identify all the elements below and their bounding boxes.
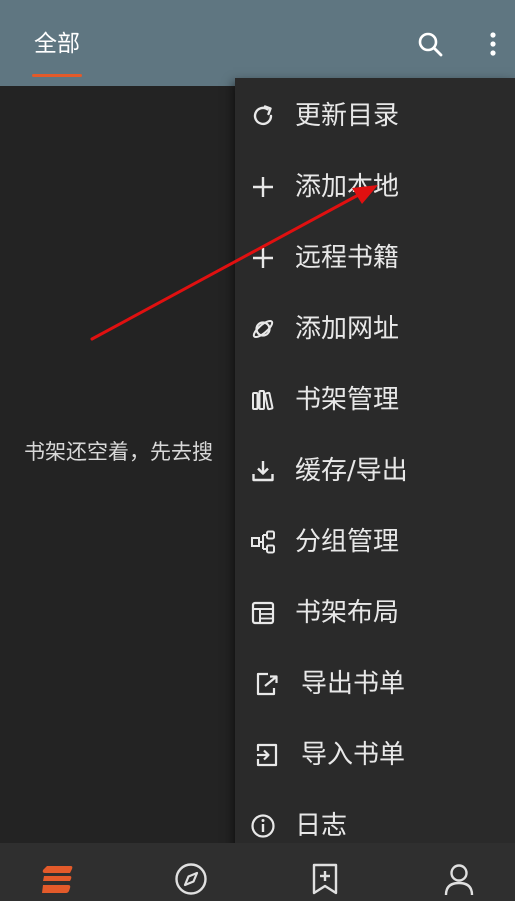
nav-discover[interactable]	[171, 859, 211, 899]
group-icon	[249, 528, 277, 556]
menu-item-label: 分组管理	[295, 527, 400, 557]
search-icon	[418, 32, 443, 57]
person-icon	[444, 864, 474, 896]
layout-icon	[249, 599, 277, 627]
menu-item-remote-books[interactable]: 远程书籍	[235, 222, 515, 293]
tab-active-indicator	[32, 74, 82, 77]
bookmark-plus-icon	[312, 863, 338, 895]
menu-item-label: 缓存/导出	[295, 456, 408, 486]
menu-item-label: 导入书单	[301, 740, 406, 770]
menu-item-label: 日志	[295, 811, 348, 841]
top-app-bar: 全部	[0, 0, 515, 86]
menu-item-label: 导出书单	[301, 669, 406, 699]
menu-item-label: 书架管理	[295, 385, 400, 415]
menu-item-update-catalog[interactable]: 更新目录	[235, 80, 515, 151]
bottom-navigation	[0, 843, 515, 901]
menu-item-add-url[interactable]: 添加网址	[235, 293, 515, 364]
import-icon	[253, 741, 281, 769]
tab-all[interactable]: 全部	[28, 28, 86, 77]
menu-item-add-local[interactable]: 添加本地	[235, 151, 515, 222]
plus-icon	[249, 173, 277, 201]
menu-item-label: 书架布局	[295, 598, 400, 628]
menu-item-cache-export[interactable]: 缓存/导出	[235, 435, 515, 506]
bookshelf-logo-icon	[42, 866, 73, 893]
menu-item-label: 更新目录	[295, 101, 400, 131]
menu-item-bookshelf-layout[interactable]: 书架布局	[235, 577, 515, 648]
more-vertical-icon	[490, 32, 496, 56]
menu-item-label: 添加本地	[295, 172, 400, 202]
refresh-icon	[249, 102, 277, 130]
menu-item-export-booklist[interactable]: 导出书单	[235, 648, 515, 719]
menu-item-import-booklist[interactable]: 导入书单	[235, 719, 515, 790]
bookshelf-icon	[249, 386, 277, 414]
nav-rss[interactable]	[305, 859, 345, 899]
more-options-button[interactable]	[478, 24, 508, 64]
menu-item-label: 远程书籍	[295, 243, 400, 273]
plus-icon	[249, 244, 277, 272]
info-icon	[249, 812, 277, 840]
download-icon	[249, 457, 277, 485]
tab-all-label: 全部	[34, 31, 80, 57]
overflow-menu: 更新目录 添加本地 远程书籍 添加网址 书架管理 缓存/导出 分组管理 书架布局…	[235, 78, 515, 864]
menu-item-label: 添加网址	[295, 314, 400, 344]
planet-icon	[249, 315, 277, 343]
menu-item-bookshelf-manage[interactable]: 书架管理	[235, 364, 515, 435]
compass-icon	[175, 863, 207, 895]
menu-item-group-manage[interactable]: 分组管理	[235, 506, 515, 577]
export-icon	[253, 670, 281, 698]
nav-my[interactable]	[439, 859, 479, 899]
empty-bookshelf-text: 书架还空着，先去搜	[24, 440, 213, 464]
search-button[interactable]	[410, 24, 450, 64]
nav-bookshelf[interactable]	[37, 859, 77, 899]
